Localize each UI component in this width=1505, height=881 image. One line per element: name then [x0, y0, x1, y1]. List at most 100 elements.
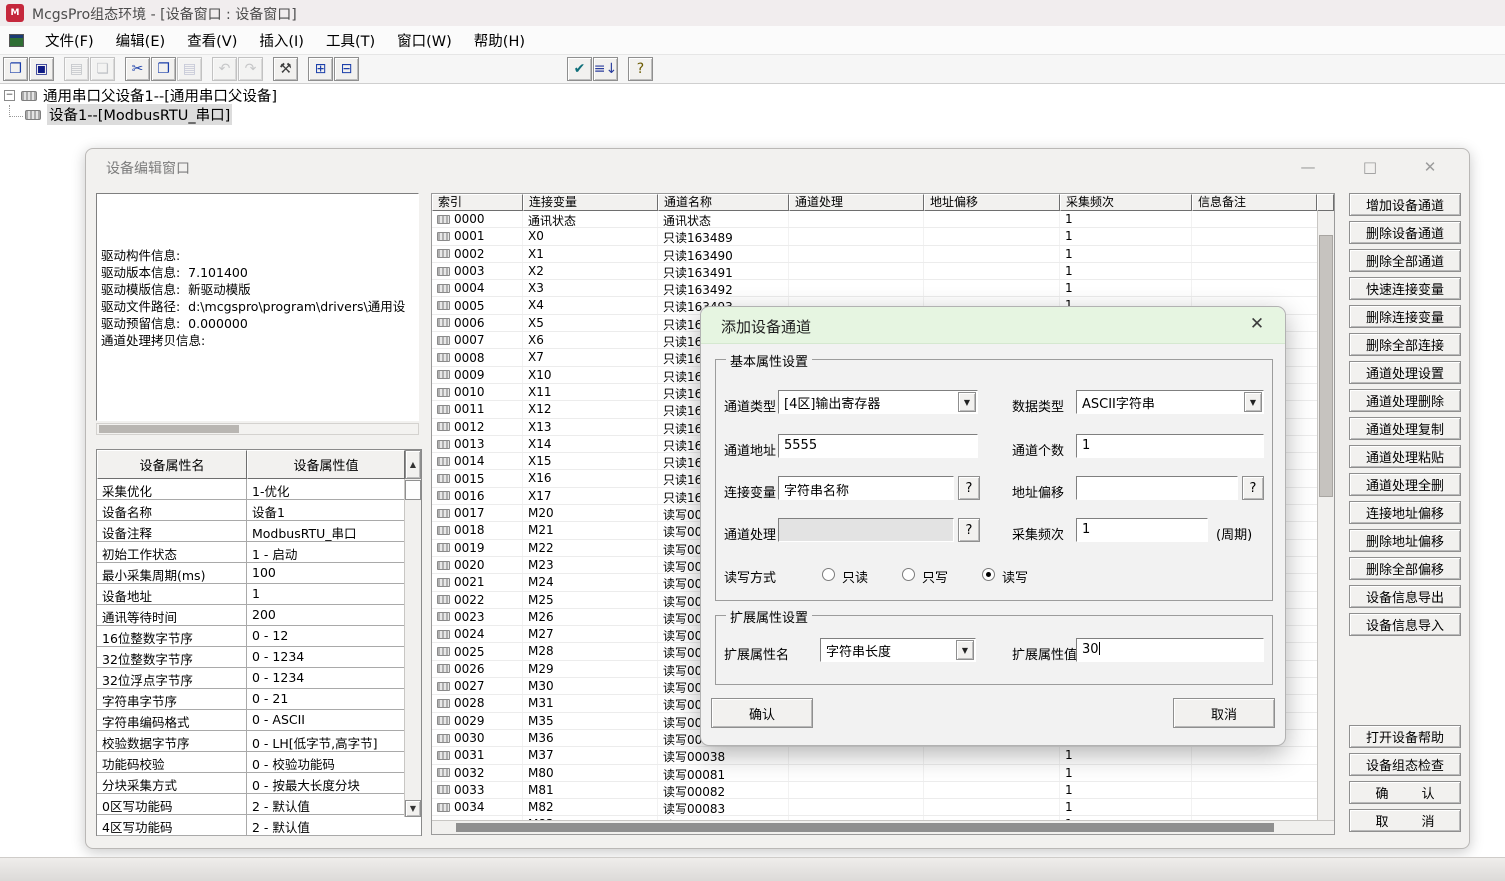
channel-row[interactable]: 0002 X1 只读163490 1 — [432, 246, 1318, 263]
undo-icon[interactable]: ↶ — [212, 57, 237, 81]
property-row[interactable]: 字符串编码格式 0 - ASCII — [97, 710, 421, 731]
copy-icon[interactable]: ❐ — [151, 57, 176, 81]
chevron-down-icon[interactable]: ▼ — [1244, 392, 1262, 412]
tree-structure-alt-icon[interactable]: ⊟ — [334, 57, 359, 81]
radio-read-only[interactable] — [822, 568, 835, 581]
print-preview-icon[interactable]: ❏ — [90, 57, 115, 81]
tree-child-label[interactable]: 设备1--[ModbusRTU_串口] — [47, 104, 232, 125]
ch-header-name[interactable]: 通道名称 — [658, 194, 789, 211]
property-row[interactable]: 设备地址 1 — [97, 584, 421, 605]
link-variable-input[interactable]: 字符串名称 — [778, 476, 954, 500]
ch-header-note[interactable]: 信息备注 — [1192, 194, 1317, 211]
radio-write-only-label[interactable]: 只写 — [922, 567, 948, 586]
side-button[interactable]: 通道处理设置 — [1349, 361, 1461, 384]
side-button[interactable]: 设备信息导入 — [1349, 613, 1461, 636]
property-row[interactable]: 4区写功能码 2 - 默认值 — [97, 815, 421, 836]
close-icon[interactable]: ✕ — [1419, 157, 1441, 177]
side-button[interactable]: 删除地址偏移 — [1349, 529, 1461, 552]
radio-read-write-label[interactable]: 读写 — [1002, 567, 1028, 586]
side-button[interactable]: 通道处理删除 — [1349, 389, 1461, 412]
prop-table-vscrollbar[interactable]: ▼ — [404, 479, 421, 817]
property-row[interactable]: 分块采集方式 0 - 按最大长度分块 — [97, 773, 421, 794]
property-row[interactable]: 最小采集周期(ms) 100 — [97, 563, 421, 584]
channel-row[interactable]: 0032 M80 读写00081 1 — [432, 765, 1318, 782]
side-bottom-button[interactable]: 确 认 — [1349, 781, 1461, 804]
driver-info-hscrollbar[interactable] — [96, 423, 419, 435]
side-bottom-button[interactable]: 设备组态检查 — [1349, 753, 1461, 776]
address-offset-help-button[interactable]: ? — [1242, 476, 1264, 500]
minimize-icon[interactable]: — — [1297, 157, 1319, 177]
side-button[interactable]: 删除连接变量 — [1349, 305, 1461, 328]
side-button[interactable]: 通道处理复制 — [1349, 417, 1461, 440]
ch-header-freq[interactable]: 采集频次 — [1060, 194, 1192, 211]
property-row[interactable]: 初始工作状态 1 - 启动 — [97, 542, 421, 563]
property-row[interactable]: 16位整数字节序 0 - 12 — [97, 626, 421, 647]
side-button[interactable]: 连接地址偏移 — [1349, 501, 1461, 524]
side-bottom-button[interactable]: 取 消 — [1349, 809, 1461, 832]
menu-item[interactable]: 文件(F) — [34, 26, 105, 55]
side-button[interactable]: 删除全部通道 — [1349, 249, 1461, 272]
property-row[interactable]: 0区写功能码 2 - 默认值 — [97, 794, 421, 815]
menu-item[interactable]: 工具(T) — [315, 26, 386, 55]
side-button[interactable]: 删除全部连接 — [1349, 333, 1461, 356]
menu-item[interactable]: 窗口(W) — [386, 26, 463, 55]
ch-header-index[interactable]: 索引 — [432, 194, 523, 211]
tree-item-parent-device[interactable]: − 通用串口父设备1--[通用串口父设备] — [0, 86, 277, 105]
radio-write-only[interactable] — [902, 568, 915, 581]
redo-icon[interactable]: ↷ — [238, 57, 263, 81]
channel-row[interactable]: 0001 X0 只读163489 1 — [432, 228, 1318, 245]
ch-header-process[interactable]: 通道处理 — [789, 194, 924, 211]
channel-address-input[interactable]: 5555 — [778, 434, 978, 458]
channel-row[interactable]: 0004 X3 只读163492 1 — [432, 280, 1318, 297]
property-row[interactable]: 32位浮点字节序 0 - 1234 — [97, 668, 421, 689]
property-row[interactable]: 设备注释 ModbusRTU_串口 — [97, 521, 421, 542]
new-window-icon[interactable]: ❐ — [3, 57, 28, 81]
side-button[interactable]: 删除全部偏移 — [1349, 557, 1461, 580]
tree-item-child-device[interactable]: 设备1--[ModbusRTU_串口] — [0, 105, 277, 124]
side-bottom-button[interactable]: 打开设备帮助 — [1349, 725, 1461, 748]
channel-process-help-button[interactable]: ? — [958, 518, 980, 542]
channel-row[interactable]: 0033 M81 读写00082 1 — [432, 782, 1318, 799]
ext-attr-value-input[interactable]: 30 — [1076, 638, 1264, 662]
dialog-close-icon[interactable]: ✕ — [1245, 314, 1269, 334]
mdi-child-icon[interactable] — [9, 34, 24, 47]
side-button[interactable]: 设备信息导出 — [1349, 585, 1461, 608]
property-row[interactable]: 通讯等待时间 200 — [97, 605, 421, 626]
paste-icon[interactable]: ▤ — [177, 57, 202, 81]
menu-item[interactable]: 插入(I) — [248, 26, 315, 55]
property-row[interactable]: 设备名称 设备1 — [97, 500, 421, 521]
property-row[interactable]: 采集优化 1-优化 — [97, 479, 421, 500]
side-button[interactable]: 通道处理粘贴 — [1349, 445, 1461, 468]
radio-read-write[interactable] — [982, 568, 995, 581]
syntax-check-icon[interactable]: ✔ — [567, 57, 592, 81]
collect-freq-input[interactable]: 1 — [1076, 518, 1208, 542]
radio-read-only-label[interactable]: 只读 — [842, 567, 868, 586]
side-button[interactable]: 快速连接变量 — [1349, 277, 1461, 300]
vscroll-thumb[interactable] — [405, 480, 421, 500]
property-row[interactable]: 功能码校验 0 - 校验功能码 — [97, 752, 421, 773]
scroll-up-icon[interactable]: ▲ — [405, 450, 421, 479]
menu-item[interactable]: 帮助(H) — [463, 26, 536, 55]
data-type-select[interactable]: ASCII字符串 ▼ — [1076, 390, 1264, 414]
menu-item[interactable]: 编辑(E) — [105, 26, 176, 55]
channel-row[interactable]: 0034 M82 读写00083 1 — [432, 799, 1318, 816]
channel-table-hscrollbar[interactable] — [432, 820, 1334, 834]
print-icon[interactable]: ▤ — [64, 57, 89, 81]
side-button[interactable]: 删除设备通道 — [1349, 221, 1461, 244]
channel-row[interactable]: 0031 M37 读写00038 1 — [432, 747, 1318, 764]
dialog-ok-button[interactable]: 确认 — [711, 698, 813, 728]
save-icon[interactable]: ▣ — [29, 57, 54, 81]
ext-attr-name-select[interactable]: 字符串长度 ▼ — [820, 638, 976, 662]
side-button[interactable]: 通道处理全删 — [1349, 473, 1461, 496]
hscroll-thumb[interactable] — [456, 823, 1274, 832]
ch-header-variable[interactable]: 连接变量 — [523, 194, 658, 211]
channel-process-input[interactable] — [778, 518, 954, 542]
maximize-icon[interactable]: □ — [1359, 157, 1381, 177]
tree-parent-label[interactable]: 通用串口父设备1--[通用串口父设备] — [43, 85, 277, 106]
channel-count-input[interactable]: 1 — [1076, 434, 1264, 458]
side-button[interactable]: 增加设备通道 — [1349, 193, 1461, 216]
tools-icon[interactable]: ⚒ — [273, 57, 298, 81]
link-variable-help-button[interactable]: ? — [958, 476, 980, 500]
cut-icon[interactable]: ✂ — [125, 57, 150, 81]
channel-type-select[interactable]: [4区]输出寄存器 ▼ — [778, 390, 978, 414]
